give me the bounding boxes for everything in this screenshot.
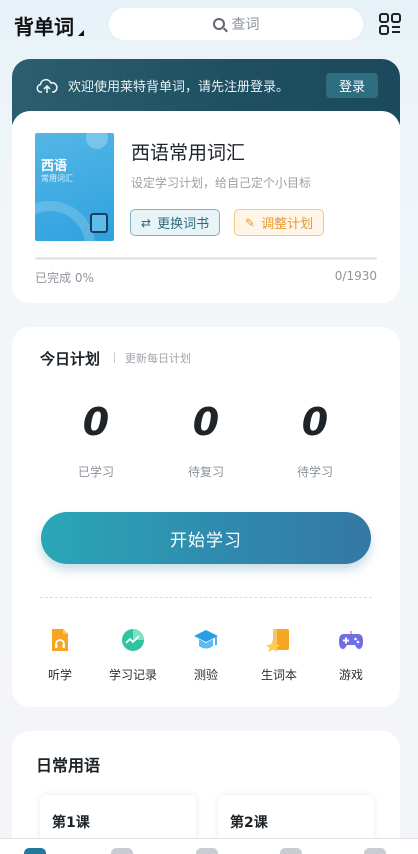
cover-subtitle: 常用词汇 (41, 174, 73, 183)
completed-label: 已完成 0% (35, 271, 94, 285)
divider (114, 352, 115, 363)
cloud-upload-icon (36, 78, 58, 93)
stat-label: 待学习 (296, 465, 333, 479)
daily-phrases-card: 日常用语 第1课 第2课 (12, 731, 400, 854)
search-icon (212, 18, 225, 30)
switch-book-label: 更换词书 (157, 217, 210, 232)
tool-vocab-book[interactable]: 生词本 (244, 627, 314, 683)
nav-course-icon[interactable] (196, 848, 218, 854)
book-icon (90, 213, 108, 233)
adjust-plan-button[interactable]: ✎ 调整计划 (234, 209, 325, 236)
tool-study-record[interactable]: 学习记录 (98, 627, 168, 683)
plan-icon: ✎ (245, 215, 256, 230)
book-title: 西语常用词汇 (131, 142, 246, 164)
current-book-card: 西语 常用词汇 西语常用词汇 设定学习计划，给自己定个小目标 ⇄ 更换词书 ✎ … (12, 111, 400, 303)
stat-value: 0 (82, 400, 110, 444)
nav-profile-icon[interactable] (364, 848, 386, 854)
book-description: 设定学习计划，给自己定个小目标 (131, 176, 312, 190)
adjust-plan-label: 调整计划 (261, 217, 314, 232)
app-title: 背单词 (14, 15, 74, 39)
today-plan-title: 今日计划 (40, 350, 101, 368)
progress-bar (35, 257, 377, 260)
switch-book-button[interactable]: ⇄ 更换词书 (130, 209, 221, 236)
stat-value: 0 (192, 400, 220, 444)
nav-home-icon[interactable] (24, 848, 46, 854)
banner-message: 欢迎使用莱特背单词，请先注册登录。 (68, 80, 290, 95)
stat-label: 待复习 (187, 465, 224, 479)
tool-listen[interactable]: 听学 (25, 627, 95, 683)
cover-language: 西语 (41, 159, 68, 174)
today-plan-card: 今日计划 更新每日计划 0 已学习 0 待复习 0 待学习 开始学习 听学 学习… (12, 327, 400, 707)
scan-icon[interactable] (378, 12, 402, 36)
bottom-nav (0, 838, 418, 854)
stat-to-learn: 0 待学习 (270, 397, 360, 480)
gamepad-icon (339, 631, 363, 649)
daily-phrases-title: 日常用语 (36, 756, 101, 775)
tool-label: 听学 (47, 668, 72, 682)
graduation-cap-icon (194, 630, 218, 649)
nav-discover-icon[interactable] (280, 848, 302, 854)
swap-icon: ⇄ (141, 215, 152, 230)
stat-learned: 0 已学习 (51, 397, 141, 480)
login-button[interactable]: 登录 (325, 73, 378, 98)
top-bar: 背单词 查词 (0, 0, 418, 52)
tool-game[interactable]: 游戏 (316, 627, 386, 683)
tool-quiz[interactable]: 测验 (171, 627, 241, 683)
chart-icon (122, 629, 144, 651)
book-cover[interactable]: 西语 常用词汇 (35, 133, 114, 241)
search-placeholder: 查词 (231, 17, 260, 33)
stat-label: 已学习 (77, 465, 114, 479)
stat-review: 0 待复习 (161, 397, 251, 480)
dashed-divider (40, 597, 372, 598)
lesson-title: 第1课 (52, 815, 90, 831)
tool-label: 生词本 (260, 668, 297, 682)
tool-label: 学习记录 (108, 668, 157, 682)
lesson-title: 第2课 (230, 815, 268, 831)
dropdown-caret-icon (78, 30, 84, 36)
update-plan-link[interactable]: 更新每日计划 (125, 350, 191, 366)
app-title-dropdown[interactable]: 背单词 (14, 11, 84, 40)
nav-book-icon[interactable] (111, 848, 133, 854)
headphones-doc-icon (52, 629, 68, 651)
star-book-icon (266, 629, 289, 652)
stat-value: 0 (301, 400, 329, 444)
search-bar[interactable]: 查词 (109, 8, 363, 40)
tool-label: 测验 (193, 668, 218, 682)
start-learning-button[interactable]: 开始学习 (41, 512, 371, 564)
word-count: 0/1930 (334, 269, 377, 283)
tool-label: 游戏 (338, 668, 363, 682)
